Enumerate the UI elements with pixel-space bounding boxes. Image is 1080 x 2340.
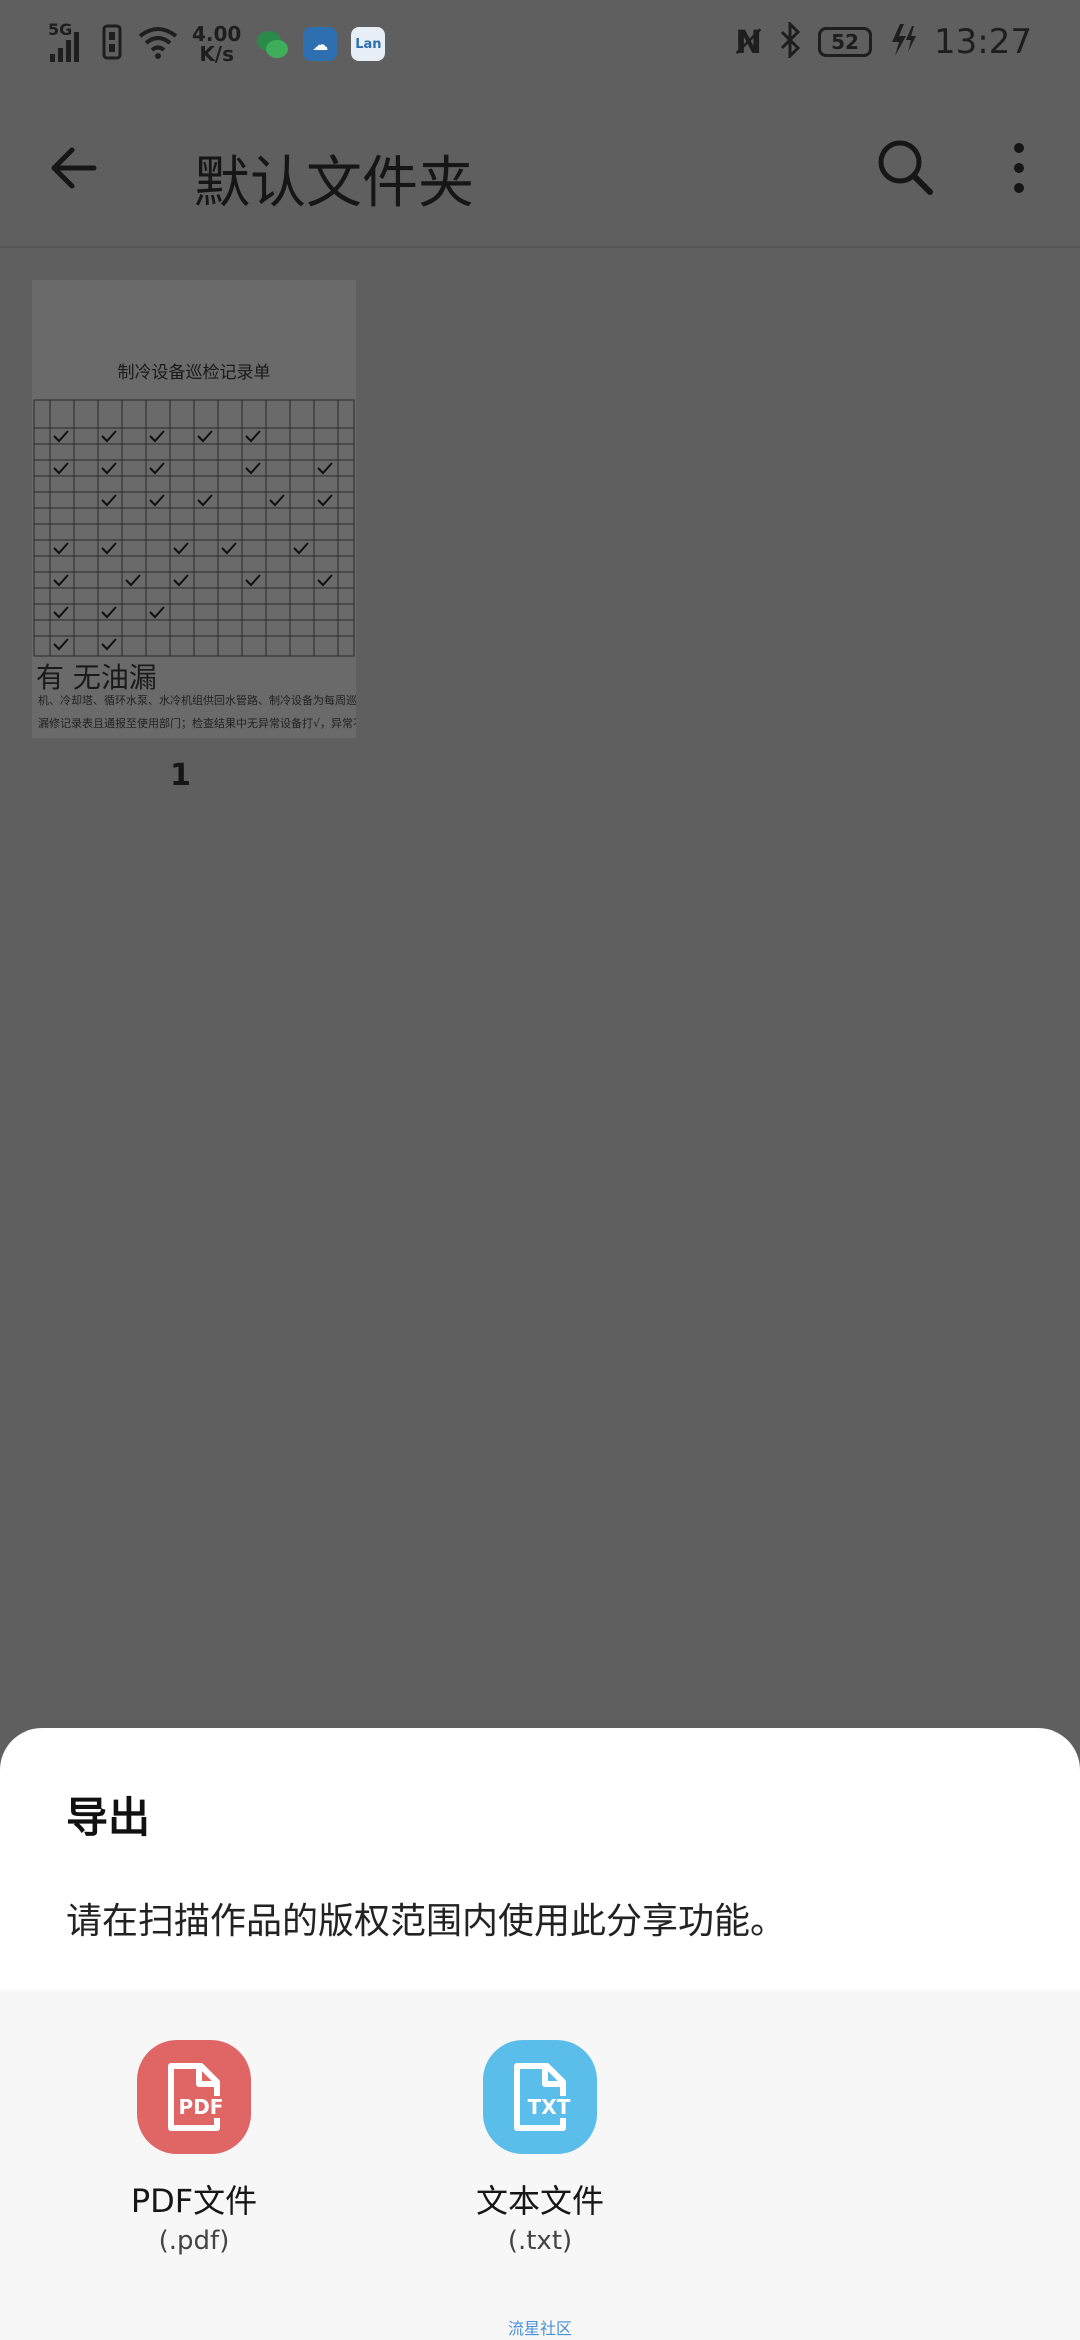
nfc-icon: N̸ (735, 23, 763, 61)
option-label: 文本文件 (475, 2182, 604, 2220)
export-bottom-sheet: 导出 请在扫描作品的版权范围内使用此分享功能。 PDF PDF文件 (.pdf) (0, 1728, 1080, 2340)
speed-unit: K/s (199, 42, 235, 66)
more-vertical-icon (1014, 143, 1024, 193)
search-icon (878, 140, 933, 195)
document-note-line: 漏修记录表且通报至使用部门；检查结果中无异常设备打√，异常不能运行 (38, 717, 356, 730)
wechat-icon (255, 27, 289, 61)
document-thumbnail[interactable]: 制冷设备巡检记录单 有 无油漏 机、冷却塔、循环水泵、水冷机组供回水管路、制冷设… (32, 280, 356, 738)
top-app-bar: 默认文件夹 (0, 100, 1080, 248)
battery-indicator: 52 (818, 27, 873, 57)
battery-level: 52 (831, 30, 859, 54)
sim-icon (102, 22, 124, 66)
export-txt-option[interactable]: TXT 文本文件 (.txt) (430, 2040, 650, 2256)
more-options-button[interactable] (992, 136, 1046, 200)
txt-file-icon: TXT (483, 2040, 597, 2154)
status-bar: 5G 4.00 K/s ☁ Lan N̸ 52 13:27 (0, 0, 1080, 100)
signal-icon: 5G (48, 20, 88, 64)
page-number: 1 (170, 758, 191, 793)
app-screen: 5G 4.00 K/s ☁ Lan N̸ 52 13:27 默认文件夹 制冷设备… (0, 0, 1080, 2340)
speed-value: 4.00 (192, 22, 242, 46)
handwritten-note: 有 无油漏 (36, 661, 157, 694)
inspection-table-image (33, 399, 355, 657)
txt-badge-text: TXT (528, 2095, 571, 2119)
document-heading: 制冷设备巡检记录单 (117, 363, 271, 383)
arrow-left-icon (51, 147, 97, 189)
back-button[interactable] (46, 138, 106, 198)
search-button[interactable] (874, 136, 938, 200)
page-title: 默认文件夹 (194, 151, 474, 216)
clock: 13:27 (934, 22, 1032, 62)
export-pdf-option[interactable]: PDF PDF文件 (.pdf) (84, 2040, 304, 2256)
export-options: PDF PDF文件 (.pdf) TXT 文本文件 (.txt) 流星社区 (0, 1990, 1080, 2340)
document-note-line: 机、冷却塔、循环水泵、水冷机组供回水管路、制冷设备为每周巡检一次， (38, 694, 356, 707)
watermark: 流星社区 (507, 2319, 572, 2338)
option-extension: (.txt) (507, 2226, 573, 2256)
option-label: PDF文件 (130, 2182, 258, 2220)
lan-app-icon: Lan (351, 27, 386, 61)
cloud-app-icon: ☁ (303, 27, 338, 61)
sheet-description: 请在扫描作品的版权范围内使用此分享功能。 (66, 1901, 787, 1942)
charging-icon (888, 22, 918, 62)
sheet-title: 导出 (66, 1793, 151, 1842)
option-extension: (.pdf) (158, 2226, 230, 2256)
bluetooth-icon (778, 20, 802, 62)
wifi-icon (138, 24, 178, 64)
network-speed: 4.00 K/s (192, 24, 241, 64)
pdf-badge-text: PDF (179, 2095, 224, 2119)
pdf-file-icon: PDF (137, 2040, 251, 2154)
